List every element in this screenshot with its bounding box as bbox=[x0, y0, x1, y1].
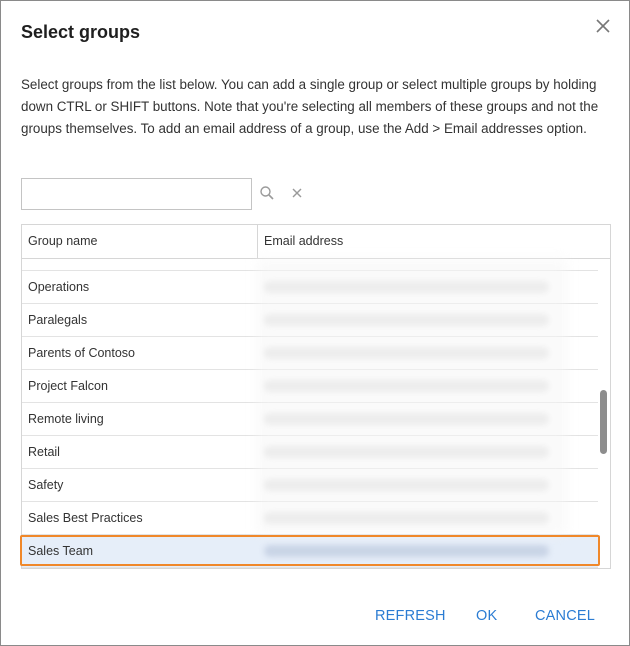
dialog-description: Select groups from the list below. You c… bbox=[21, 77, 599, 136]
group-name-cell: Parents of Contoso bbox=[28, 346, 136, 360]
table-row[interactable]: Remote living bbox=[22, 403, 598, 436]
table-row[interactable]: Operations bbox=[22, 271, 598, 304]
group-name-cell: Remote living bbox=[28, 412, 104, 426]
table-row[interactable]: Sales Best Practices bbox=[22, 502, 598, 535]
table-body: Operations Paralegals Parents of Contoso Pr… bbox=[22, 259, 598, 568]
table-row-partial[interactable] bbox=[22, 238, 598, 271]
close-icon[interactable] bbox=[592, 15, 614, 37]
email-address-cell-redacted bbox=[264, 347, 549, 359]
email-address-cell-redacted bbox=[264, 314, 549, 326]
dialog-title: Select groups bbox=[21, 22, 141, 42]
group-name-cell: Safety bbox=[28, 478, 64, 492]
scrollbar-thumb[interactable] bbox=[600, 390, 607, 454]
email-address-cell-redacted bbox=[264, 545, 549, 557]
group-name-cell: Operations bbox=[28, 280, 90, 294]
groups-table: Group name Email address Operations Paral… bbox=[21, 224, 611, 569]
table-row[interactable]: Project Falcon bbox=[22, 370, 598, 403]
search-input[interactable] bbox=[21, 178, 252, 210]
email-address-cell-redacted bbox=[264, 512, 549, 524]
table-row[interactable]: Parents of Contoso bbox=[22, 337, 598, 370]
group-name-cell: Sales Best Practices bbox=[28, 511, 143, 525]
cancel-button[interactable]: CANCEL bbox=[535, 605, 595, 627]
email-address-cell-redacted bbox=[264, 380, 549, 392]
email-address-cell-redacted bbox=[264, 413, 549, 425]
group-name-cell: Project Falcon bbox=[28, 379, 108, 393]
table-row[interactable]: Sales Team bbox=[22, 535, 598, 568]
ok-button[interactable]: OK bbox=[476, 605, 497, 627]
table-scrollbar[interactable] bbox=[598, 259, 610, 568]
email-address-cell-redacted bbox=[264, 479, 549, 491]
group-name-cell: Retail bbox=[28, 445, 60, 459]
group-name-cell: Paralegals bbox=[28, 313, 88, 327]
group-name-cell: Sales Team bbox=[28, 544, 94, 558]
clear-search-icon[interactable] bbox=[290, 186, 304, 200]
table-row[interactable]: Safety bbox=[22, 469, 598, 502]
table-row[interactable]: Retail bbox=[22, 436, 598, 469]
search-icon[interactable] bbox=[259, 185, 275, 201]
select-groups-dialog: Select groups Select groups from the lis… bbox=[0, 0, 630, 646]
email-address-cell-redacted bbox=[264, 446, 549, 458]
refresh-button[interactable]: REFRESH bbox=[375, 605, 446, 627]
email-address-cell-redacted bbox=[264, 281, 549, 293]
table-row[interactable]: Paralegals bbox=[22, 304, 598, 337]
